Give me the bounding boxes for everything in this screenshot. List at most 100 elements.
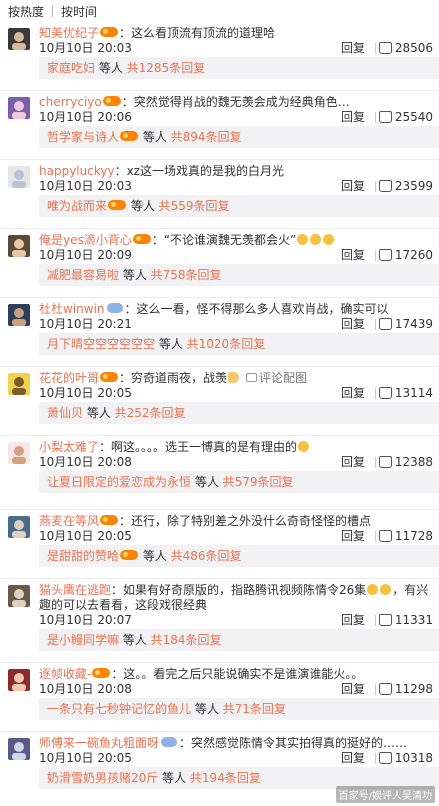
comment-username[interactable]: happyluckyy [39, 164, 115, 178]
sub-reply-count[interactable]: 共579条回复 [223, 475, 294, 489]
reply-button[interactable]: 回复 [341, 248, 365, 262]
sub-reply-username[interactable]: 哲学家与诗人 [47, 130, 119, 144]
comment-username[interactable]: 知美优纪子 [39, 26, 99, 40]
like-count: 12388 [394, 455, 433, 469]
sub-reply-count[interactable]: 共758条回复 [151, 268, 222, 282]
sub-reply-count[interactable]: 共1285条回复 [127, 61, 206, 75]
reply-button[interactable]: 回复 [341, 386, 365, 400]
action-divider [375, 181, 376, 192]
sub-replies-link[interactable]: 让夏日限定的爱恋成为永恒 等人 共579条回复 [39, 471, 439, 493]
like-button[interactable]: 17260 [378, 248, 433, 262]
sub-reply-count[interactable]: 共71条回复 [223, 702, 286, 716]
comment-text: ：突然感觉陈情令其实拍得真的挺好的…… [179, 736, 408, 750]
user-avatar[interactable] [8, 738, 30, 760]
sub-reply-count[interactable]: 共1020条回复 [187, 337, 266, 351]
sub-reply-username[interactable]: 让夏日限定的爱恋成为永恒 [47, 475, 191, 489]
sub-reply-username[interactable]: 家庭吃妇 [47, 61, 95, 75]
reply-button[interactable]: 回复 [341, 455, 365, 469]
user-avatar[interactable] [8, 373, 30, 395]
sub-reply-others: 等人 [158, 771, 190, 785]
user-avatar[interactable] [8, 166, 30, 188]
reply-button[interactable]: 回复 [341, 751, 365, 765]
like-button[interactable]: 23599 [378, 179, 433, 193]
sub-reply-username[interactable]: 减肥最容易啦 [47, 268, 119, 282]
user-avatar[interactable] [8, 516, 30, 538]
sub-reply-count[interactable]: 共252条回复 [115, 406, 186, 420]
sub-reply-count[interactable]: 共194条回复 [190, 771, 261, 785]
like-button[interactable]: 17439 [378, 317, 433, 331]
sub-replies-link[interactable]: 哲学家与诗人 等人 共894条回复 [39, 126, 439, 148]
like-button[interactable]: 11298 [378, 682, 433, 696]
like-button[interactable]: 25540 [378, 110, 433, 124]
comment-username[interactable]: 杜杜winwin [39, 302, 105, 316]
comment-username[interactable]: 花花的叶哥 [39, 371, 99, 385]
sub-reply-username[interactable]: 萧仙贝 [47, 406, 83, 420]
sub-replies-link[interactable]: 月下晴空空空空空空 等人 共1020条回复 [39, 333, 439, 355]
like-button[interactable]: 28506 [378, 41, 433, 55]
sub-reply-count[interactable]: 共894条回复 [171, 130, 242, 144]
sub-replies-link[interactable]: 是甜甜的赞哈 等人 共486条回复 [39, 545, 439, 567]
sub-reply-username[interactable]: 月下晴空空空空空空 [47, 337, 155, 351]
user-avatar[interactable] [8, 585, 30, 607]
reply-button[interactable]: 回复 [341, 682, 365, 696]
like-button[interactable]: 13114 [378, 386, 433, 400]
thumbs-up-icon [378, 614, 392, 626]
sort-by-hot[interactable]: 按热度 [8, 3, 44, 20]
comment-username[interactable]: 师傅来一碗鱼丸粗面呀 [39, 736, 159, 750]
like-count: 28506 [394, 41, 433, 55]
like-button[interactable]: 12388 [378, 455, 433, 469]
sub-reply-username[interactable]: 唯为战而来 [47, 199, 107, 213]
sub-reply-others: 等人 [139, 549, 171, 563]
like-button[interactable]: 10318 [378, 751, 433, 765]
sub-reply-username[interactable]: 是小鳗同学嘛 [47, 633, 119, 647]
comment-username[interactable]: 猫头鹰在逃跑 [39, 583, 111, 597]
comment-time: 10月10日 20:08 [39, 455, 132, 469]
thumbs-up-icon [378, 180, 392, 192]
comment-time: 10月10日 20:06 [39, 110, 132, 124]
reply-button[interactable]: 回复 [341, 110, 365, 124]
reply-button[interactable]: 回复 [341, 41, 365, 55]
reply-button[interactable]: 回复 [341, 179, 365, 193]
like-button[interactable]: 11728 [378, 529, 433, 543]
comment-username[interactable]: 逐帧收藏- [39, 667, 91, 681]
user-avatar[interactable] [8, 442, 30, 464]
sub-reply-username[interactable]: 奶滑雪奶男孩赌20斤 [47, 771, 158, 785]
sub-replies-link[interactable]: 唯为战而来 等人 共559条回复 [39, 195, 439, 217]
sub-reply-count[interactable]: 共486条回复 [171, 549, 242, 563]
sub-reply-username[interactable]: 一条只有七秒钟记忆的鱼儿 [47, 702, 191, 716]
comment-body: cherryciyo ：突然觉得肖战的魏无羡会成为经典角色… [39, 95, 435, 109]
fan-badge-icon [100, 372, 119, 382]
like-button[interactable]: 11331 [378, 613, 433, 627]
reply-button[interactable]: 回复 [341, 317, 365, 331]
sub-reply-username[interactable]: 是甜甜的赞哈 [47, 549, 119, 563]
sub-replies-link[interactable]: 一条只有七秒钟记忆的鱼儿 等人 共71条回复 [39, 698, 439, 720]
sub-reply-others: 等人 [155, 337, 187, 351]
sub-replies-link[interactable]: 萧仙贝 等人 共252条回复 [39, 402, 439, 424]
sub-replies-link[interactable]: 是小鳗同学嘛 等人 共184条回复 [39, 629, 439, 651]
comment-text-line2: 趣的可以去看看，这段戏很经典 [39, 598, 208, 612]
reply-button[interactable]: 回复 [341, 529, 365, 543]
sub-reply-count[interactable]: 共559条回复 [159, 199, 230, 213]
comment-time: 10月10日 20:03 [39, 41, 132, 55]
sub-reply-count[interactable]: 共184条回复 [151, 633, 222, 647]
action-divider [375, 615, 376, 626]
comment-username[interactable]: 燕麦在等风 [39, 514, 99, 528]
comment-text: ：突然觉得肖战的魏无羡会成为经典角色… [121, 95, 350, 109]
sub-replies-link[interactable]: 家庭吃妇 等人 共1285条回复 [39, 57, 439, 79]
sort-by-time[interactable]: 按时间 [61, 3, 97, 20]
user-avatar[interactable] [8, 235, 30, 257]
comment-username[interactable]: 俺是yes滴小背心 [39, 233, 132, 247]
comment-image-link[interactable]: 评论配图 [259, 371, 307, 385]
reply-button[interactable]: 回复 [341, 613, 365, 627]
comment-item: 花花的叶哥 ：穷奇道雨夜，战羡 评论配图 10月10日 20:05 回复 13114 萧仙贝… [0, 367, 439, 436]
user-avatar[interactable] [8, 304, 30, 326]
comment-time: 10月10日 20:21 [39, 317, 132, 331]
user-avatar[interactable] [8, 28, 30, 50]
comment-username[interactable]: cherryciyo [39, 95, 102, 109]
comment-list: 知美优纪子 ：这么看顶流有顶流的道理哈 10月10日 20:03 回复 28506 家庭吃… [0, 22, 439, 796]
comment-username[interactable]: 小梨太难了 [39, 440, 99, 454]
user-avatar[interactable] [8, 669, 30, 691]
sub-replies-link[interactable]: 减肥最容易啦 等人 共758条回复 [39, 264, 439, 286]
user-avatar[interactable] [8, 97, 30, 119]
comment-item: 燕麦在等风 ：还行，除了特别差之外没什么奇奇怪怪的槽点 10月10日 20:05 回复… [0, 510, 439, 579]
